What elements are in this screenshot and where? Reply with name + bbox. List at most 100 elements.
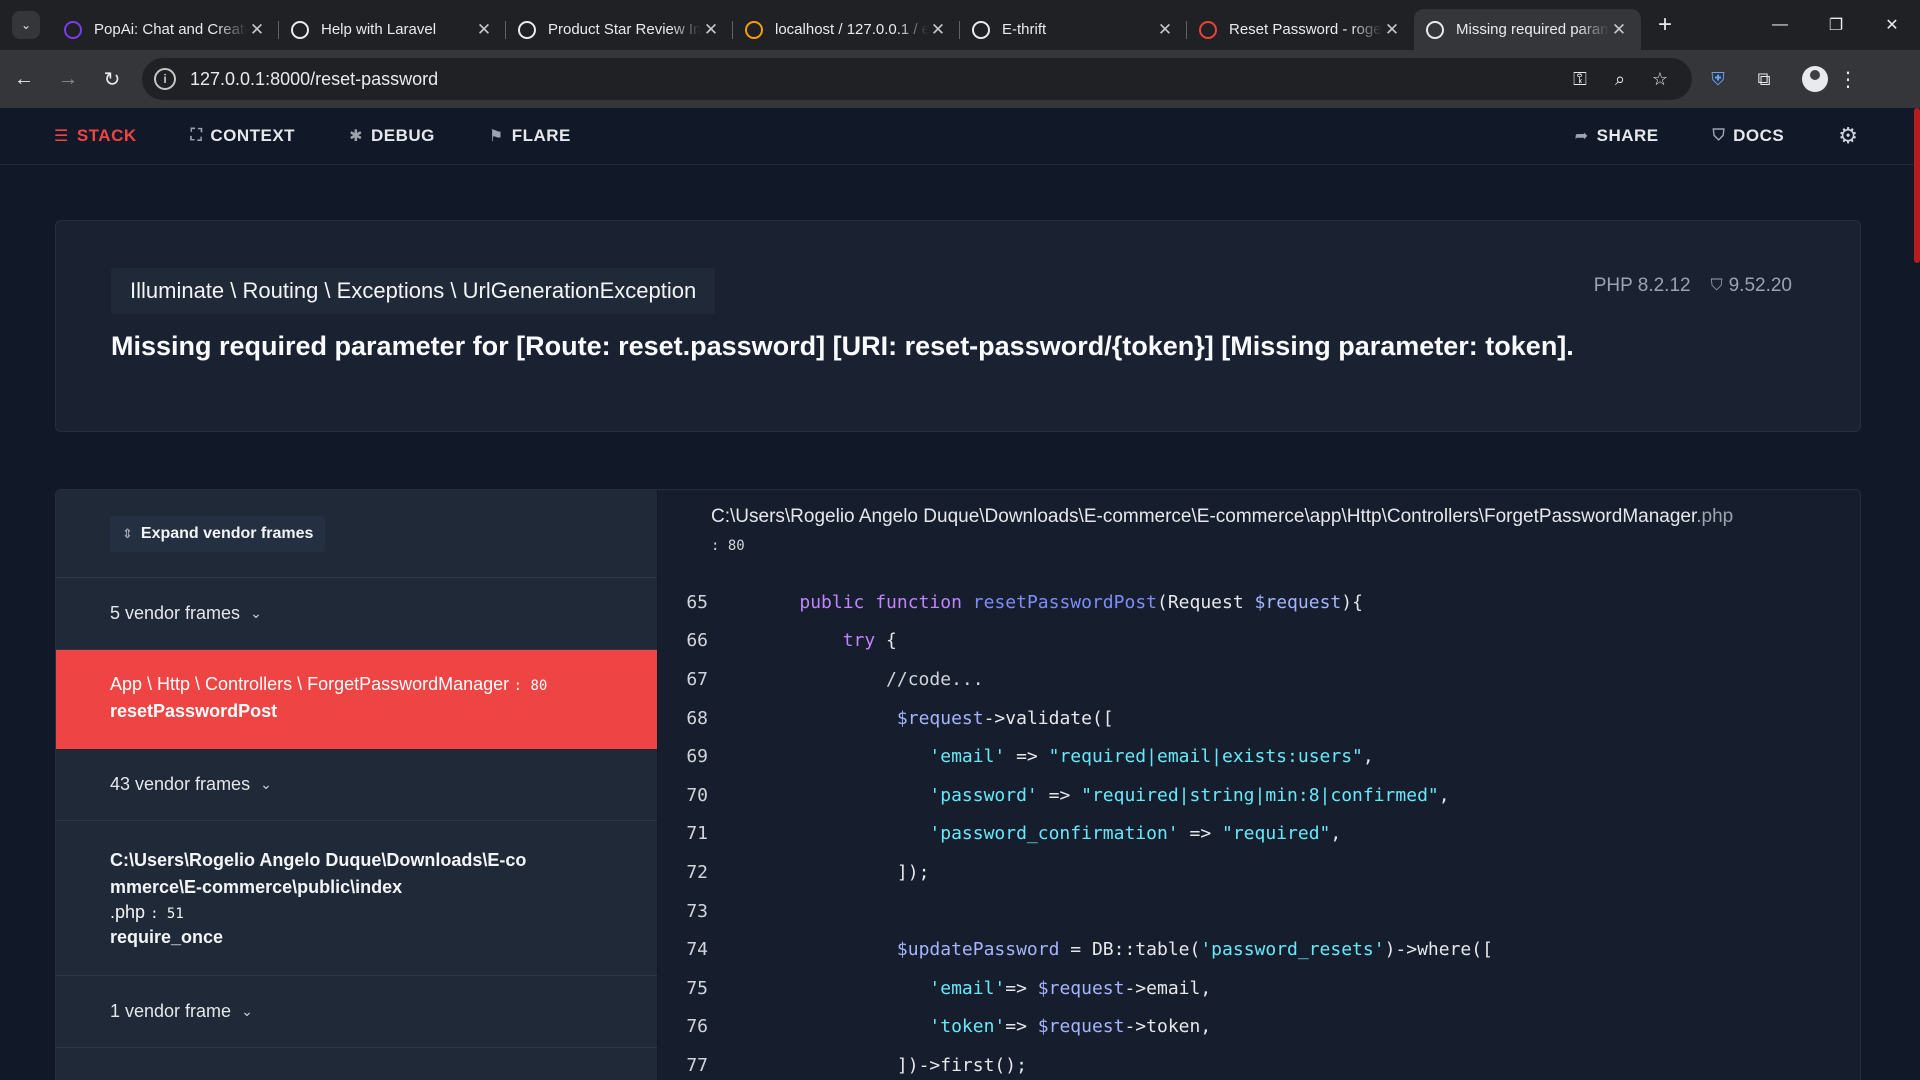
code-text: try { — [756, 630, 897, 651]
code-token: //code... — [886, 668, 984, 690]
extensions-puzzle-icon[interactable]: ⧉ — [1744, 69, 1784, 90]
browser-tab[interactable]: E-thrift ✕ — [960, 9, 1187, 50]
code-line: 67 //code... — [658, 660, 1860, 699]
close-window-button[interactable]: ✕ — [1864, 15, 1920, 35]
nav-flare[interactable]: ⚑ FLARE — [489, 126, 571, 146]
code-token: )->where([ — [1384, 939, 1493, 961]
vendor-frames-group-2[interactable]: 43 vendor frames ⌄ — [56, 749, 657, 821]
vendor-frames-label: 43 vendor frames — [110, 774, 251, 794]
bitwarden-extension-icon[interactable]: ⛨ — [1698, 69, 1738, 90]
bookmark-star-icon[interactable]: ☆ — [1640, 69, 1680, 90]
browser-tab[interactable]: PopAi: Chat and Create ✕ — [52, 9, 279, 50]
tab-title: Product Star Review In — [548, 21, 701, 38]
tab-close-icon[interactable]: ✕ — [474, 20, 494, 40]
browser-tab[interactable]: Reset Password - roge ✕ — [1187, 9, 1414, 50]
code-token: 'email' — [929, 977, 1006, 999]
minimize-button[interactable]: — — [1752, 16, 1808, 34]
nav-share[interactable]: ➦ SHARE — [1575, 126, 1659, 146]
line-number: 75 — [686, 977, 708, 999]
ignition-nav: ☰ STACK ⛶ CONTEXT ✱ DEBUG ⚑ FLARE ➦ SHAR… — [0, 108, 1920, 165]
code-line: 73 — [658, 892, 1860, 931]
vendor-frames-group-1[interactable]: 5 vendor frames ⌄ — [56, 578, 657, 650]
snippet-file-path[interactable]: C:\Users\Rogelio Angelo Duque\Downloads\… — [711, 506, 1733, 528]
browser-menu-icon[interactable]: ⋮ — [1828, 67, 1868, 92]
browser-tab[interactable]: Help with Laravel ✕ — [279, 9, 506, 50]
laravel-docs-icon: ⛉ — [1712, 127, 1726, 144]
code-token: "required|email|exists:users" — [1048, 746, 1363, 768]
expand-vendor-frames-button[interactable]: ⇕ Expand vendor frames — [110, 515, 326, 552]
snippet-line-number: : 80 — [711, 538, 745, 554]
nav-docs[interactable]: ⛉ DOCS — [1713, 126, 1785, 146]
nav-right-group: ➦ SHARE ⛉ DOCS ⚙ — [1575, 123, 1920, 149]
code-token: ->token, — [1124, 1016, 1212, 1038]
back-button[interactable]: ← — [4, 59, 44, 99]
chevron-down-icon: ⌄ — [260, 776, 272, 792]
address-bar[interactable]: i 127.0.0.1:8000/reset-password ⚿ ⌕ ☆ — [142, 58, 1692, 100]
expand-frame-icon: ⛶ — [190, 127, 203, 144]
page-scrollbar[interactable] — [1914, 108, 1920, 263]
browser-tab[interactable]: Product Star Review In ✕ — [506, 9, 733, 50]
code-token: { — [875, 630, 897, 652]
code-text: ]); — [756, 862, 930, 883]
app-frame-line: : 51 — [150, 906, 184, 922]
reload-button[interactable]: ↻ — [92, 59, 132, 99]
line-number: 72 — [686, 861, 708, 883]
code-token: => — [1037, 784, 1082, 806]
code-token: => — [1005, 746, 1049, 768]
window-controls: — ❐ ✕ — [1752, 0, 1920, 50]
tab-close-icon[interactable]: ✕ — [928, 20, 948, 40]
code-token: function — [875, 591, 973, 613]
code-token: try — [842, 630, 876, 652]
chevron-down-icon: ⌄ — [250, 605, 262, 621]
zoom-icon[interactable]: ⌕ — [1600, 69, 1640, 90]
code-token: 'password_resets' — [1200, 939, 1385, 961]
nav-debug[interactable]: ✱ DEBUG — [349, 126, 435, 146]
code-token: => — [1005, 1016, 1038, 1038]
tab-title: localhost / 127.0.0.1 / e — [775, 21, 928, 38]
code-line: 76 'token'=> $request->token, — [658, 1008, 1860, 1047]
tab-title: E-thrift — [1002, 21, 1047, 38]
tab-close-icon[interactable]: ✕ — [1155, 20, 1175, 40]
profile-avatar[interactable] — [1802, 66, 1828, 92]
app-frame-path: C:\Users\Rogelio Angelo Duque\Downloads\… — [110, 850, 527, 897]
snippet-file-ext: .php — [1696, 506, 1734, 527]
tab-close-icon[interactable]: ✕ — [701, 20, 721, 40]
new-tab-button[interactable]: + — [1647, 11, 1683, 39]
unfold-icon: ⇕ — [122, 525, 133, 541]
code-line: 70 'password' => "required|string|min:8|… — [658, 776, 1860, 815]
exception-message: Missing required parameter for [Route: r… — [111, 331, 1574, 361]
forward-button[interactable]: → — [48, 59, 88, 99]
code-token: $updatePassword — [896, 939, 1060, 961]
tab-title: PopAi: Chat and Create — [94, 21, 247, 38]
code-line: 77 ])->first(); — [658, 1046, 1860, 1080]
browser-tab[interactable]: Missing required param ✕ — [1414, 9, 1641, 50]
nav-stack-label: STACK — [76, 126, 137, 145]
active-frame[interactable]: App \ Http \ Controllers \ ForgetPasswor… — [56, 650, 657, 749]
globe-icon — [972, 20, 990, 39]
vendor-frames-group-3[interactable]: 1 vendor frame ⌄ — [56, 976, 657, 1048]
tab-close-icon[interactable]: ✕ — [1382, 20, 1402, 40]
code-token: ])->first(); — [896, 1054, 1027, 1076]
settings-gear-icon[interactable]: ⚙ — [1838, 123, 1858, 149]
tab-close-icon[interactable]: ✕ — [1609, 20, 1629, 40]
code-text: //code... — [756, 669, 984, 690]
app-frame-index[interactable]: C:\Users\Rogelio Angelo Duque\Downloads\… — [56, 821, 657, 976]
app-frame-ext: .php — [110, 902, 146, 922]
code-line: 75 'email'=> $request->email, — [658, 969, 1860, 1008]
url-text[interactable]: 127.0.0.1:8000/reset-password — [190, 69, 1560, 90]
site-info-icon[interactable]: i — [154, 68, 176, 90]
tab-search-button[interactable]: ⌄ — [12, 11, 40, 39]
restore-button[interactable]: ❐ — [1808, 15, 1864, 35]
code-token: ->email, — [1124, 977, 1212, 999]
snippet-file-name: C:\Users\Rogelio Angelo Duque\Downloads\… — [711, 506, 1697, 527]
nav-context[interactable]: ⛶ CONTEXT — [191, 126, 295, 146]
tab-close-icon[interactable]: ✕ — [247, 20, 267, 40]
password-key-icon[interactable]: ⚿ — [1560, 69, 1600, 90]
browser-tab[interactable]: localhost / 127.0.0.1 / e ✕ — [733, 9, 960, 50]
gmail-icon — [1199, 20, 1217, 39]
flare-icon: ⚑ — [488, 128, 504, 145]
tab-list: PopAi: Chat and Create ✕ Help with Laravel… — [52, 0, 1641, 50]
code-token: (Request — [1157, 591, 1255, 613]
nav-stack[interactable]: ☰ STACK — [54, 126, 137, 146]
line-number: 65 — [686, 591, 708, 613]
